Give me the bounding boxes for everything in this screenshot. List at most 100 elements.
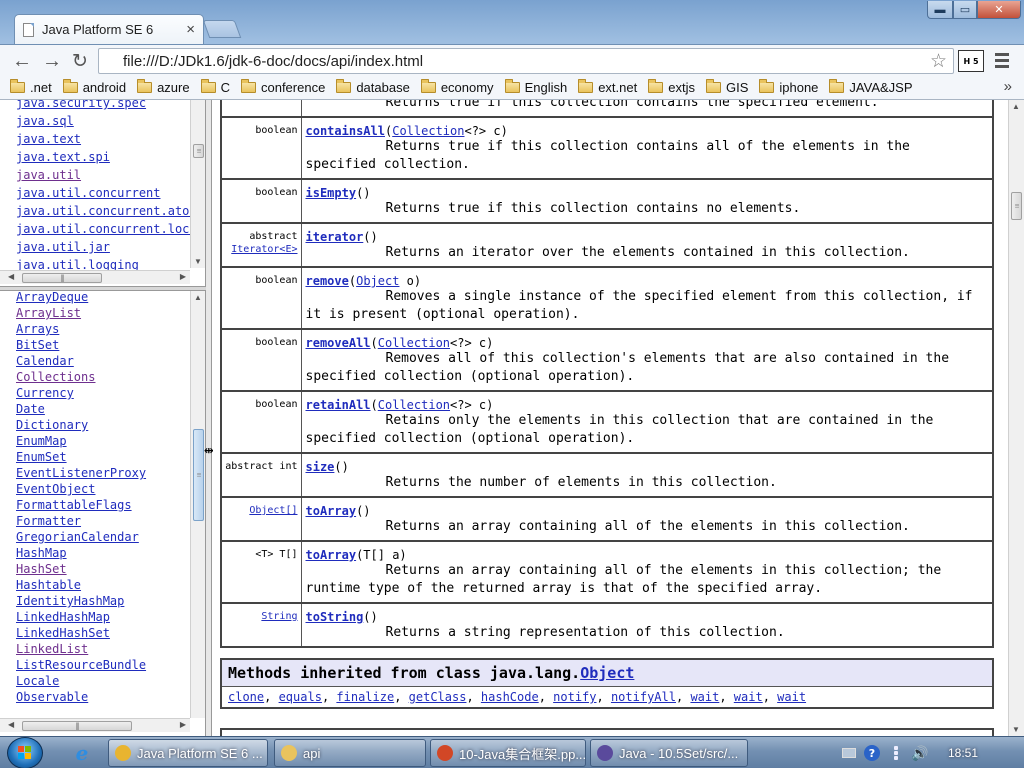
class-link[interactable]: LinkedHashMap <box>16 609 146 625</box>
class-link[interactable]: Arrays <box>16 321 146 337</box>
method-name-link[interactable]: isEmpty <box>306 186 357 200</box>
bookmark-folder[interactable]: JAVA&JSP <box>829 79 913 95</box>
vertical-frame-splitter[interactable] <box>206 100 212 736</box>
class-link[interactable]: EnumMap <box>16 433 146 449</box>
param-type-link[interactable]: Object <box>356 274 399 288</box>
hamburger-menu-icon[interactable] <box>992 50 1012 72</box>
package-link[interactable]: java.security.spec <box>16 100 205 112</box>
scroll-up-arrow-icon[interactable]: ▲ <box>194 293 202 302</box>
class-link[interactable]: ListResourceBundle <box>16 657 146 673</box>
extension-icon[interactable]: H 5 <box>958 50 984 72</box>
class-link[interactable]: BitSet <box>16 337 146 353</box>
bookmark-folder[interactable]: C <box>200 79 230 95</box>
class-frame-hscrollbar[interactable]: ◀ ||| ▶ <box>0 718 190 732</box>
method-name-link[interactable]: retainAll <box>306 398 371 412</box>
class-link[interactable]: EventObject <box>16 481 146 497</box>
bookmark-folder[interactable]: economy <box>420 79 494 95</box>
inherited-method-link[interactable]: finalize <box>336 690 394 704</box>
class-link[interactable]: LinkedList <box>16 641 146 657</box>
taskbar-item-api[interactable]: api <box>274 739 426 767</box>
scroll-down-arrow-icon[interactable]: ▼ <box>1012 725 1020 734</box>
tab-java-platform[interactable]: Java Platform SE 6 × <box>14 14 204 44</box>
speaker-icon[interactable]: 🔊 <box>911 745 928 761</box>
class-link[interactable]: ArrayDeque <box>16 291 146 305</box>
minimize-button[interactable]: ▬ <box>927 1 953 19</box>
bookmarks-overflow-icon[interactable]: » <box>1004 78 1012 95</box>
package-link[interactable]: java.util <box>16 166 205 184</box>
bookmark-folder[interactable]: conference <box>240 79 325 95</box>
class-link[interactable]: Formatter <box>16 513 146 529</box>
scroll-thumb[interactable]: ||| <box>22 273 102 283</box>
close-window-button[interactable]: ✕ <box>977 1 1021 19</box>
method-name-link[interactable]: toString <box>306 610 364 624</box>
internet-explorer-icon[interactable]: e <box>64 740 100 766</box>
inherited-method-link[interactable]: wait <box>734 690 763 704</box>
help-icon[interactable]: ? <box>864 745 880 761</box>
class-link[interactable]: Observable <box>16 689 146 705</box>
param-type-link[interactable]: Collection <box>378 336 450 350</box>
return-type-link[interactable]: Object[] <box>249 505 297 516</box>
bookmark-folder[interactable]: database <box>336 79 410 95</box>
scroll-left-arrow-icon[interactable]: ◀ <box>8 272 14 281</box>
return-type-link[interactable]: Iterator<E> <box>231 244 297 255</box>
package-link[interactable]: java.util.concurrent.atomic <box>16 202 205 220</box>
class-link[interactable]: Currency <box>16 385 146 401</box>
bookmark-folder[interactable]: English <box>504 79 567 95</box>
reload-icon[interactable]: ↻ <box>68 49 92 73</box>
inherited-method-link[interactable]: notifyAll <box>611 690 676 704</box>
scroll-thumb[interactable]: ≡ <box>1011 192 1022 220</box>
package-link[interactable]: java.util.concurrent.locks <box>16 220 205 238</box>
bookmark-folder[interactable]: extjs <box>648 79 695 95</box>
method-name-link[interactable]: size <box>306 460 335 474</box>
inherited-method-link[interactable]: getClass <box>409 690 467 704</box>
class-link[interactable]: FormattableFlags <box>16 497 146 513</box>
class-link[interactable]: Date <box>16 401 146 417</box>
back-arrow-icon[interactable]: ← <box>10 49 34 73</box>
class-link[interactable]: HashMap <box>16 545 146 561</box>
class-frame-vscrollbar[interactable]: ▲ ≡ <box>190 291 205 718</box>
return-type-link[interactable]: String <box>261 611 297 622</box>
class-link[interactable]: Collections <box>16 369 146 385</box>
clock[interactable]: 18:51 <box>948 746 978 760</box>
scroll-left-arrow-icon[interactable]: ◀ <box>8 720 14 729</box>
method-name-link[interactable]: containsAll <box>306 124 385 138</box>
taskbar-item-chrome[interactable]: Java Platform SE 6 ... <box>108 739 268 767</box>
inherited-method-link[interactable]: wait <box>690 690 719 704</box>
class-link[interactable]: Locale <box>16 673 146 689</box>
package-link[interactable]: java.text.spi <box>16 148 205 166</box>
method-name-link[interactable]: iterator <box>306 230 364 244</box>
package-link[interactable]: java.text <box>16 130 205 148</box>
object-class-link[interactable]: Object <box>580 664 634 682</box>
class-link[interactable]: LinkedHashSet <box>16 625 146 641</box>
class-link[interactable]: GregorianCalendar <box>16 529 146 545</box>
param-type-link[interactable]: Collection <box>378 398 450 412</box>
package-link[interactable]: java.sql <box>16 112 205 130</box>
class-link[interactable]: EnumSet <box>16 449 146 465</box>
main-frame-vscrollbar[interactable]: ▲ ≡ ▼ <box>1008 100 1024 736</box>
package-link[interactable]: java.util.jar <box>16 238 205 256</box>
taskbar-item-eclipse[interactable]: Java - 10.5Set/src/... <box>590 739 748 767</box>
scroll-down-arrow-icon[interactable]: ▼ <box>194 257 202 266</box>
scroll-right-arrow-icon[interactable]: ▶ <box>180 272 186 281</box>
package-frame-vscrollbar[interactable]: ≡ ▼ <box>190 100 205 268</box>
new-tab-button[interactable] <box>202 20 242 38</box>
class-link[interactable]: IdentityHashMap <box>16 593 146 609</box>
package-frame-hscrollbar[interactable]: ◀ ||| ▶ <box>0 270 190 284</box>
scroll-up-arrow-icon[interactable]: ▲ <box>1012 102 1020 111</box>
network-icon[interactable] <box>888 745 904 761</box>
inherited-method-link[interactable]: clone <box>228 690 264 704</box>
keyboard-icon[interactable] <box>842 748 856 758</box>
inherited-method-link[interactable]: hashCode <box>481 690 539 704</box>
class-link[interactable]: EventListenerProxy <box>16 465 146 481</box>
star-icon[interactable]: ☆ <box>930 50 947 73</box>
param-type-link[interactable]: Collection <box>392 124 464 138</box>
forward-arrow-icon[interactable]: → <box>40 49 64 73</box>
class-link[interactable]: Dictionary <box>16 417 146 433</box>
bookmark-folder[interactable]: .net <box>10 79 52 95</box>
inherited-method-link[interactable]: equals <box>279 690 322 704</box>
scroll-thumb[interactable]: ≡ <box>193 429 204 521</box>
taskbar-item-ppt[interactable]: 10-Java集合框架.pp... <box>430 739 586 767</box>
class-link[interactable]: HashSet <box>16 561 146 577</box>
method-name-link[interactable]: toArray <box>306 504 357 518</box>
tab-close-icon[interactable]: × <box>186 21 195 38</box>
